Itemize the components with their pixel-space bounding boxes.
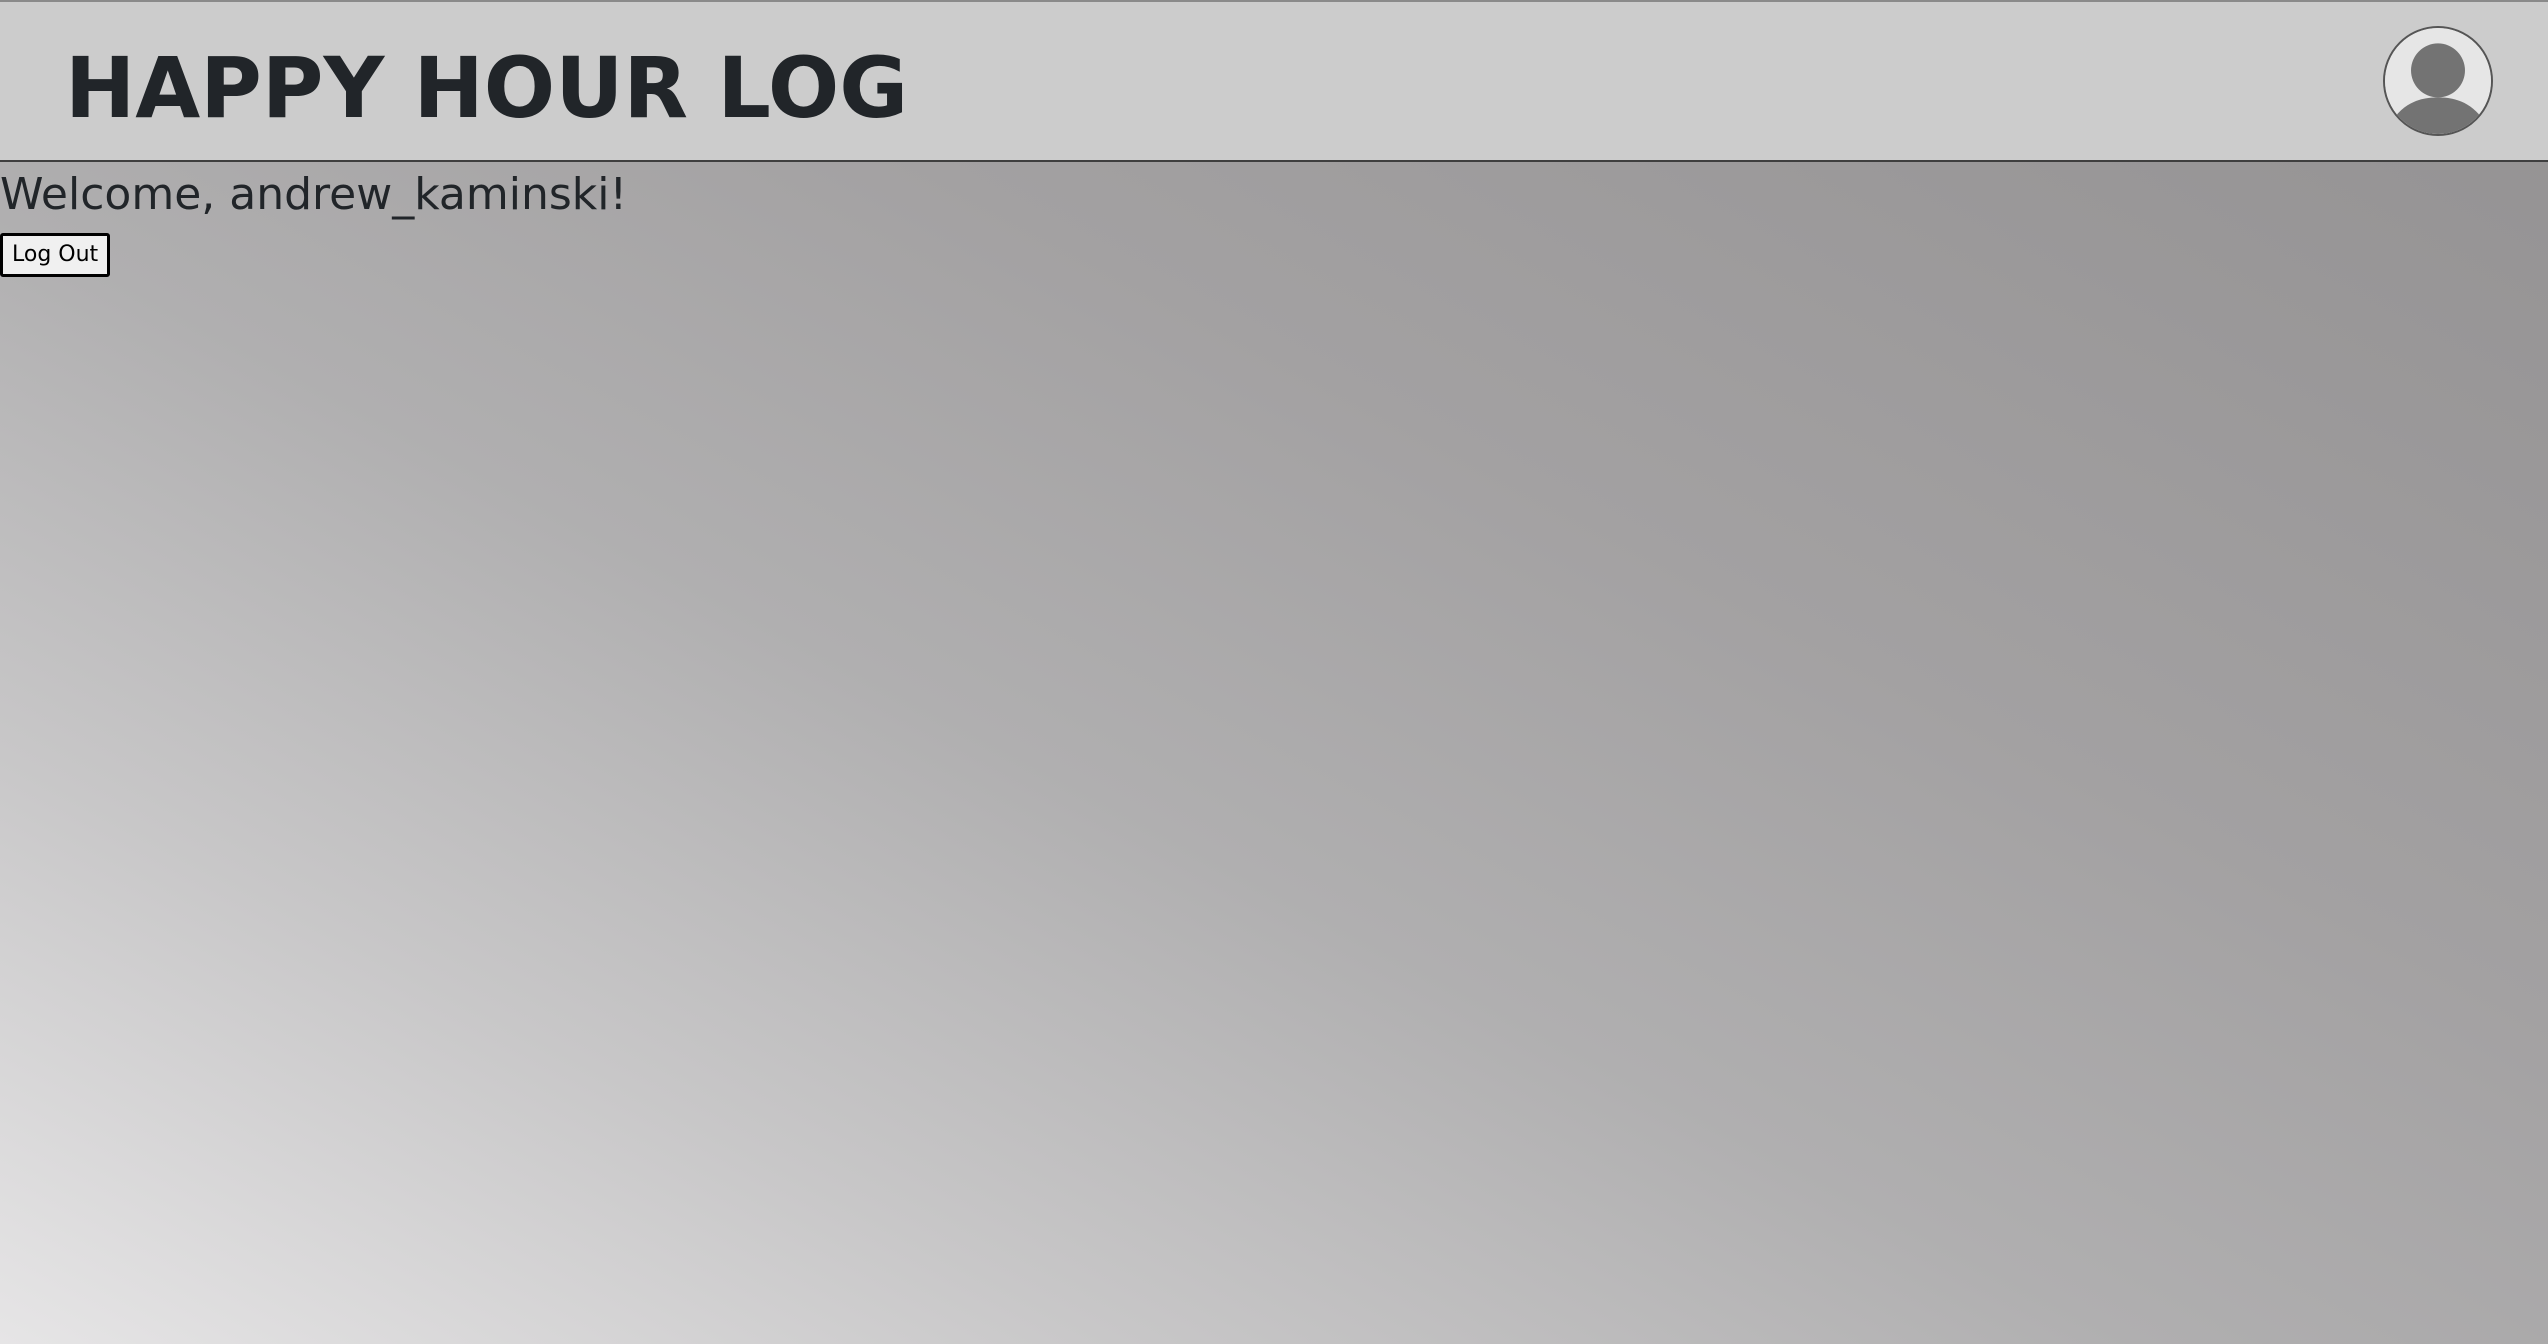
user-avatar-button[interactable] xyxy=(2383,26,2493,136)
user-avatar-icon xyxy=(2385,28,2491,134)
app-header: HAPPY HOUR LOG xyxy=(0,0,2548,162)
app-title: HAPPY HOUR LOG xyxy=(65,39,909,137)
logout-button[interactable]: Log Out xyxy=(0,233,111,277)
welcome-message: Welcome, andrew_kaminski! xyxy=(0,169,628,220)
